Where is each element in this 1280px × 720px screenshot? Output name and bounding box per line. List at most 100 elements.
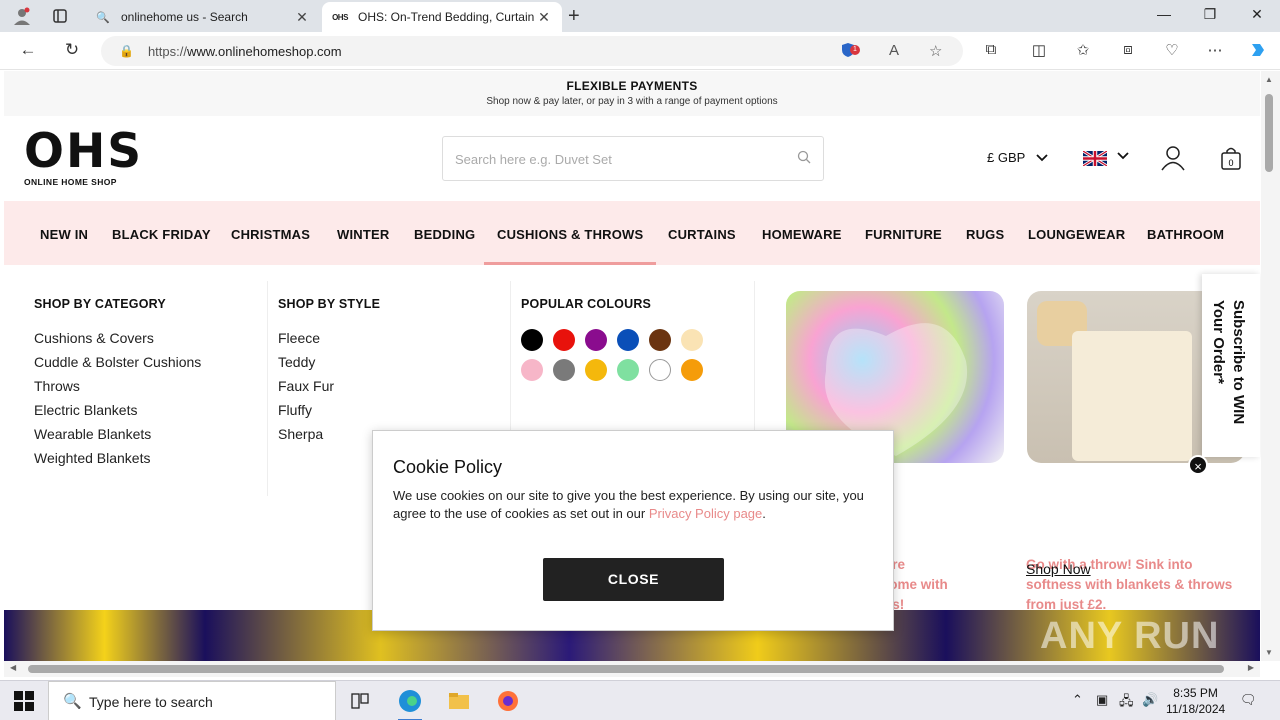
uk-flag-icon[interactable] [1083,151,1107,166]
category-link[interactable]: Wearable Blankets [34,426,201,450]
site-search-input[interactable]: Search here e.g. Duvet Set [442,136,824,181]
system-clock[interactable]: 8:35 PM 11/18/2024 [1166,685,1225,717]
tab-search[interactable]: 🔍 onlinehome us - Search ✕ [85,2,320,32]
cookie-close-button[interactable]: CLOSE [543,558,724,601]
scroll-right-icon[interactable]: ▶ [1248,663,1254,672]
device-icon[interactable]: ▣ [1096,692,1108,708]
new-tab-icon[interactable]: + [568,5,580,28]
privacy-policy-link[interactable]: Privacy Policy page [649,506,762,521]
minimize-icon[interactable]: — [1141,6,1187,22]
taskbar-search[interactable]: 🔍 Type here to search [48,681,336,720]
favorites-icon[interactable]: ✩ [1072,41,1094,59]
browser-essentials-icon[interactable]: ♡ [1161,41,1183,59]
show-hidden-icons[interactable]: ⌃ [1072,692,1083,708]
notifications-icon[interactable]: 🗨 [1240,692,1257,708]
shop-now-link[interactable]: Shop Now [1026,561,1091,577]
close-tab-icon[interactable]: ✕ [536,9,552,26]
close-window-icon[interactable]: ✕ [1234,6,1280,23]
style-link[interactable]: Fluffy [278,402,334,426]
scroll-up-icon[interactable]: ▲ [1265,75,1273,84]
chevron-down-icon[interactable] [1117,151,1129,163]
search-icon: 🔍 [63,693,82,710]
category-link[interactable]: Weighted Blankets [34,450,201,474]
account-icon[interactable] [1161,145,1185,171]
scroll-left-icon[interactable]: ◀ [10,663,16,672]
nav-christmas[interactable]: CHRISTMAS [231,227,310,242]
lock-icon: 🔒 [119,44,134,58]
category-link[interactable]: Throws [34,378,201,402]
style-link[interactable]: Teddy [278,354,334,378]
url-field[interactable]: 🔒 https://www.onlinehomeshop.com [101,36,963,66]
cookie-policy-modal: Cookie Policy We use cookies on our site… [372,430,894,631]
nav-furniture[interactable]: FURNITURE [865,227,942,242]
favorite-star-icon[interactable]: ☆ [929,42,942,60]
colour-swatch[interactable] [681,329,703,351]
category-link[interactable]: Cuddle & Bolster Cushions [34,354,201,378]
style-link[interactable]: Faux Fur [278,378,334,402]
search-icon[interactable] [797,150,811,168]
profile-icon[interactable] [10,5,34,27]
nav-bathroom[interactable]: BATHROOM [1147,227,1224,242]
subscribe-close-icon[interactable]: × [1188,455,1208,475]
category-link[interactable]: Cushions & Covers [34,330,201,354]
refresh-icon[interactable]: ↻ [60,40,84,62]
tab-title: OHS: On-Trend Bedding, Curtain [358,10,535,24]
shopping-bag-icon[interactable]: 0 [1220,146,1242,170]
restore-icon[interactable]: ❐ [1187,6,1233,23]
colour-swatch[interactable] [553,359,575,381]
watermark: ANY RUN [1040,615,1220,657]
colour-swatch[interactable] [585,359,607,381]
nav-curtains[interactable]: CURTAINS [668,227,736,242]
more-menu-icon[interactable]: ⋯ [1204,41,1226,59]
tab-ohs[interactable]: OHS OHS: On-Trend Bedding, Curtain ✕ [322,2,562,32]
category-list: Cushions & Covers Cuddle & Bolster Cushi… [34,330,201,474]
nav-homeware[interactable]: HOMEWARE [762,227,842,242]
colour-swatch[interactable] [585,329,607,351]
style-link[interactable]: Sherpa [278,426,334,450]
firefox-icon[interactable] [494,687,522,715]
nav-loungewear[interactable]: LOUNGEWEAR [1028,227,1125,242]
file-explorer-icon[interactable] [445,687,473,715]
nav-winter[interactable]: WINTER [337,227,389,242]
split-screen-icon[interactable]: ◫ [1028,41,1050,59]
extensions-icon[interactable]: ⧉ [980,41,1002,58]
colour-swatch[interactable] [617,359,639,381]
horizontal-scrollbar[interactable]: ◀ ▶ [4,661,1260,677]
colour-swatch[interactable] [521,359,543,381]
back-icon[interactable]: ← [16,40,40,62]
vertical-scrollbar[interactable]: ▲ ▼ [1261,71,1280,661]
site-logo[interactable]: OHS ONLINE HOME SHOP [24,124,144,187]
chevron-down-icon [1033,153,1048,165]
taskbar-search-placeholder: Type here to search [89,694,213,710]
colour-swatch[interactable] [553,329,575,351]
task-view-icon[interactable] [346,687,374,715]
windows-taskbar: 🔍 Type here to search ⌃ ▣ 🖧 🔊 8:35 PM 11… [0,680,1280,720]
nav-bedding[interactable]: BEDDING [414,227,475,242]
nav-black-friday[interactable]: BLACK FRIDAY [112,227,211,242]
nav-rugs[interactable]: RUGS [966,227,1004,242]
tab-actions-icon[interactable] [48,5,72,27]
scroll-thumb[interactable] [28,665,1224,673]
colour-swatch[interactable] [617,329,639,351]
subscribe-tab[interactable]: Subscribe to WIN Your Order* [1202,274,1260,457]
category-link[interactable]: Electric Blankets [34,402,201,426]
close-tab-icon[interactable]: ✕ [294,9,310,26]
read-aloud-icon[interactable]: A [889,42,899,59]
currency-selector[interactable]: £ GBP [987,150,1048,165]
network-icon[interactable]: 🖧 [1119,692,1134,714]
collections-icon[interactable]: ⧈ [1117,41,1139,58]
nav-cushions-throws[interactable]: CUSHIONS & THROWS [497,227,643,242]
volume-icon[interactable]: 🔊 [1142,692,1158,708]
scroll-down-icon[interactable]: ▼ [1265,648,1273,657]
copilot-icon[interactable] [1247,41,1269,63]
colour-swatch[interactable] [649,329,671,351]
colour-swatch[interactable] [681,359,703,381]
style-link[interactable]: Fleece [278,330,334,354]
logo-text: OHS [24,124,144,179]
edge-browser-icon[interactable] [396,687,424,720]
colour-swatch[interactable] [521,329,543,351]
windows-start-icon[interactable] [14,691,34,711]
nav-new-in[interactable]: NEW IN [40,227,88,242]
colour-swatch[interactable] [649,359,671,381]
scroll-thumb[interactable] [1265,94,1273,172]
